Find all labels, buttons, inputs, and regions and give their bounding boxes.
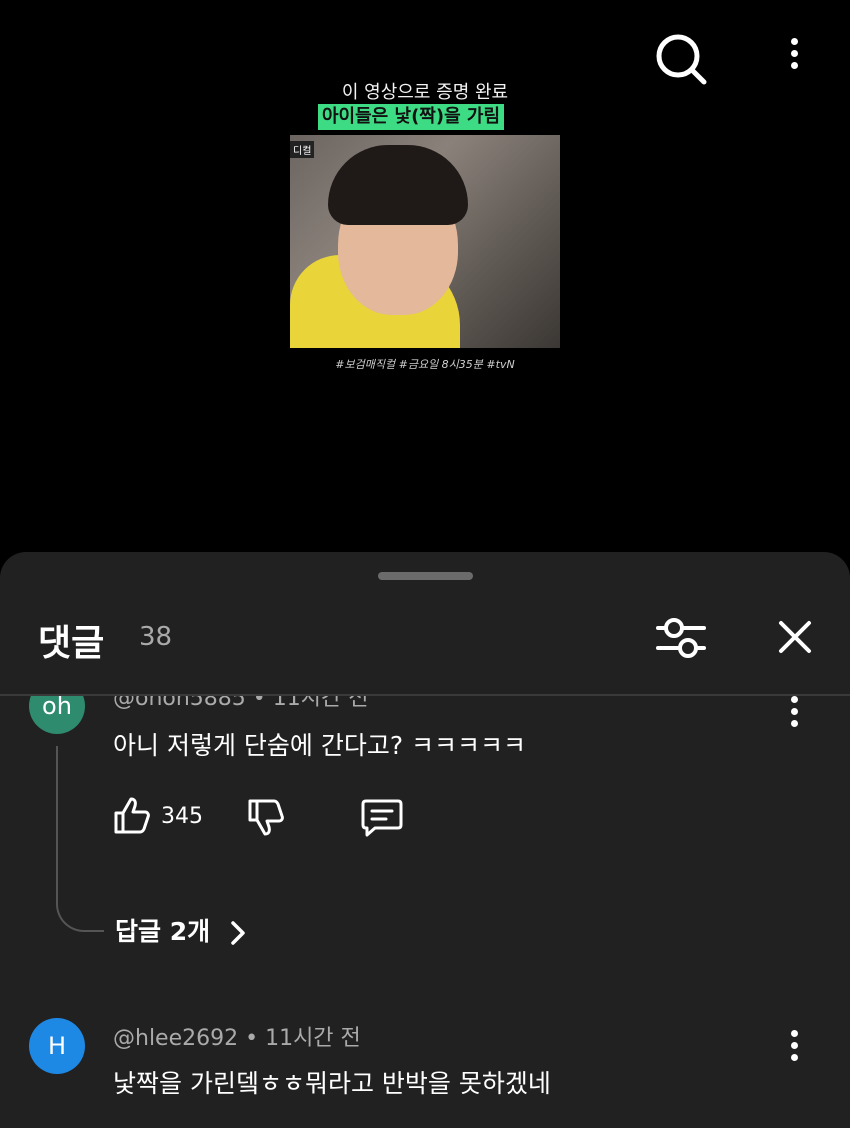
comment-more-icon[interactable] <box>784 696 804 732</box>
comments-count: 38 <box>139 622 173 652</box>
avatar[interactable]: H <box>29 1018 85 1074</box>
comment-list[interactable]: oh @ohoh5885 • 11시간 전 아니 저렇게 단숨에 간다고? ㅋㅋ… <box>0 696 850 1128</box>
comment-more-icon[interactable] <box>784 1030 804 1066</box>
drag-handle[interactable] <box>378 572 473 580</box>
video-player[interactable]: 이 영상으로 증명 완료 아이들은 낯(짝)을 가림 디컬 #보검매직컬 #금요… <box>0 0 850 560</box>
chevron-right-icon <box>231 921 245 945</box>
comment-text: 낯짝을 가린뎈ㅎㅎ뭐라고 반박을 못하겠네 <box>113 1069 551 1098</box>
like-count: 345 <box>161 804 203 829</box>
reply-icon[interactable] <box>361 798 403 838</box>
comments-title: 댓글 <box>38 623 105 664</box>
comment-author[interactable]: @hlee2692 • 11시간 전 <box>113 1020 361 1052</box>
video-frame-tag: 디컬 <box>290 141 315 158</box>
video-caption: 이 영상으로 증명 완료 <box>341 82 509 103</box>
like-icon[interactable] <box>112 796 152 836</box>
comment-text: 아니 저렇게 단숨에 간다고? ㅋㅋㅋㅋㅋ <box>113 731 527 760</box>
close-icon[interactable] <box>778 620 812 654</box>
dislike-icon[interactable] <box>246 798 286 838</box>
comment-author[interactable]: @ohoh5885 • 11시간 전 <box>113 696 368 712</box>
video-frame-image: 디컬 <box>290 135 560 348</box>
view-replies-button[interactable]: 답글 2개 <box>115 912 247 948</box>
sort-filter-icon[interactable] <box>656 616 706 660</box>
comments-sheet: 댓글 38 oh @ohoh5885 • 11시간 전 아니 저렇게 단숨에 간… <box>0 552 850 1128</box>
thread-line <box>56 746 104 932</box>
video-hashtags: #보검매직컬 #금요일 8시35분 #tvN <box>335 358 515 371</box>
video-caption-highlight: 아이들은 낯(짝)을 가림 <box>318 104 505 130</box>
more-vert-icon[interactable] <box>784 38 804 74</box>
avatar[interactable]: oh <box>29 696 85 734</box>
